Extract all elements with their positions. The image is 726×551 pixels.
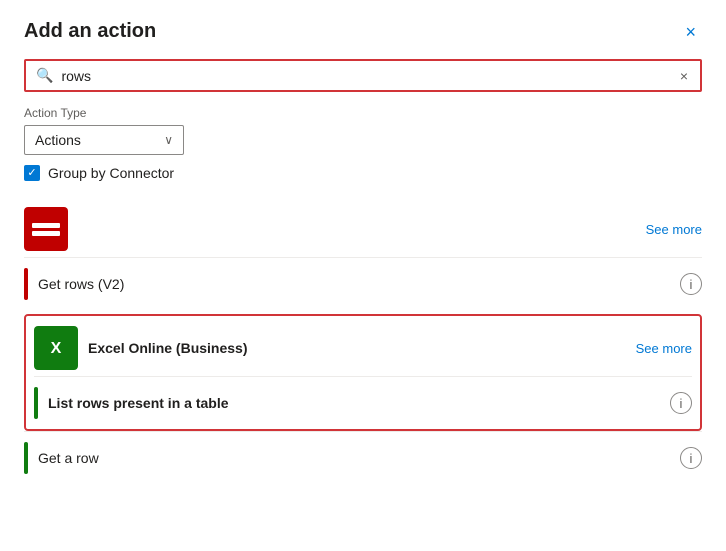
add-action-modal: Add an action × 🔍 × Action Type Actions …	[0, 0, 726, 551]
svg-text:X: X	[51, 340, 62, 357]
action-name-get-row: Get a row	[38, 450, 99, 466]
tows-action-get-rows[interactable]: Get rows (V2) i	[24, 257, 702, 310]
chevron-down-icon: ∨	[164, 133, 173, 147]
action-name-list-rows: List rows present in a table	[48, 395, 229, 411]
excel-svg: X	[43, 333, 69, 359]
excel-action-get-row[interactable]: Get a row i	[24, 431, 702, 484]
search-icon: 🔍	[36, 67, 53, 84]
action-type-dropdown[interactable]: Actions ∨	[24, 125, 184, 155]
tows-connector-header: See more	[24, 197, 702, 257]
excel-action-list-rows[interactable]: List rows present in a table i	[34, 376, 692, 429]
group-by-connector-label: Group by Connector	[48, 165, 174, 181]
search-box: 🔍 ×	[24, 59, 702, 92]
excel-connector-icon: X	[34, 326, 78, 370]
group-by-connector-row[interactable]: ✓ Group by Connector	[24, 165, 702, 181]
action-type-row: Actions ∨	[24, 125, 702, 155]
excel-connector-header: X Excel Online (Business) See more	[34, 316, 692, 376]
group-by-connector-checkbox[interactable]: ✓	[24, 165, 40, 181]
get-row-info-button[interactable]: i	[680, 447, 702, 469]
connector-group-excel: X Excel Online (Business) See more List …	[24, 314, 702, 431]
checkmark-icon: ✓	[27, 168, 36, 179]
tows-bar-2	[32, 231, 60, 236]
excel-see-more-button[interactable]: See more	[636, 341, 692, 356]
tows-see-more-button[interactable]: See more	[646, 222, 702, 237]
excel-x-icon: X	[43, 333, 69, 363]
info-icon-get-row: i	[690, 451, 693, 466]
search-input[interactable]	[61, 68, 677, 84]
action-accent-bar-green-2	[24, 442, 28, 474]
connector-group-tows: See more Get rows (V2) i	[24, 197, 702, 310]
modal-title: Add an action	[24, 20, 156, 43]
tows-connector-icon	[24, 207, 68, 251]
search-clear-button[interactable]: ×	[678, 68, 690, 84]
tows-icon-inner	[32, 223, 60, 236]
excel-connector-name: Excel Online (Business)	[88, 340, 636, 356]
info-icon: i	[690, 277, 693, 292]
action-type-selected: Actions	[35, 132, 81, 148]
modal-header: Add an action ×	[24, 20, 702, 43]
info-icon-list-rows: i	[680, 396, 683, 411]
action-accent-bar	[24, 268, 28, 300]
action-name-get-rows: Get rows (V2)	[38, 276, 124, 292]
list-rows-info-button[interactable]: i	[670, 392, 692, 414]
action-type-label: Action Type	[24, 106, 702, 120]
get-rows-info-button[interactable]: i	[680, 273, 702, 295]
action-accent-bar-green	[34, 387, 38, 419]
action-item-left: Get rows (V2)	[24, 268, 124, 300]
excel-action-item-left-2: Get a row	[24, 442, 99, 474]
excel-action-item-left-1: List rows present in a table	[34, 387, 229, 419]
close-button[interactable]: ×	[679, 21, 702, 43]
tows-bar-1	[32, 223, 60, 228]
